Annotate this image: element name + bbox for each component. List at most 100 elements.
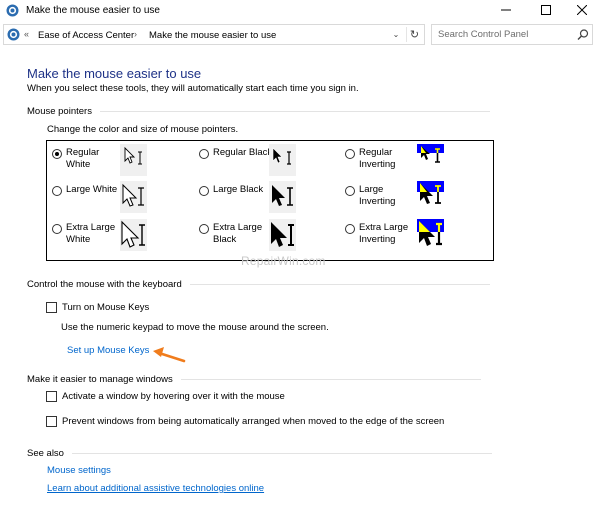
option-label-line: Black xyxy=(213,234,237,245)
section-divider xyxy=(99,111,490,112)
hover-activate-label[interactable]: Activate a window by hovering over it wi… xyxy=(62,391,285,402)
option-large-inverting[interactable]: Large Inverting xyxy=(345,184,395,208)
option-regular-white[interactable]: Regular White xyxy=(52,147,99,171)
radio-extra-large-black[interactable] xyxy=(199,224,209,234)
option-large-black[interactable]: Large Black xyxy=(199,184,263,196)
preview-regular-black xyxy=(269,144,296,176)
preview-extra-large-white xyxy=(120,219,147,251)
pointer-scheme-list: Regular White Regular Black Regular Inve… xyxy=(46,140,494,261)
pointer-inverting-icon xyxy=(417,181,444,204)
radio-regular-inverting[interactable] xyxy=(345,149,355,159)
hover-activate-option[interactable]: Activate a window by hovering over it wi… xyxy=(46,391,285,402)
title-bar: Make the mouse easier to use xyxy=(0,0,597,22)
section-heading-label: See also xyxy=(27,448,64,459)
option-label-line: Extra Large xyxy=(66,222,116,233)
section-heading-windows: Make it easier to manage windows xyxy=(27,374,481,385)
chevron-left-icon[interactable]: « xyxy=(24,29,29,39)
page-title: Make the mouse easier to use xyxy=(27,66,202,81)
radio-large-inverting[interactable] xyxy=(345,186,355,196)
mouse-keys-option[interactable]: Turn on Mouse Keys xyxy=(46,302,149,313)
option-label-line: White xyxy=(66,234,91,245)
option-label: Large White xyxy=(66,184,118,195)
option-label-line: White xyxy=(66,159,91,170)
preview-large-inverting xyxy=(417,181,444,213)
radio-extra-large-white[interactable] xyxy=(52,224,62,234)
maximize-icon xyxy=(541,5,551,15)
address-bar[interactable]: « Ease of Access Center › Make the mouse… xyxy=(3,24,425,45)
refresh-icon[interactable]: ↻ xyxy=(406,27,422,42)
section-heading-keyboard: Control the mouse with the keyboard xyxy=(27,279,490,290)
mouse-keys-label[interactable]: Turn on Mouse Keys xyxy=(62,302,149,313)
pointer-white-icon xyxy=(121,220,145,248)
radio-regular-white[interactable] xyxy=(52,149,62,159)
pointer-inverting-icon xyxy=(417,144,444,163)
prevent-snap-checkbox[interactable] xyxy=(46,416,57,427)
option-label: Large Black xyxy=(213,184,264,195)
breadcrumb-ease-of-access[interactable]: Ease of Access Center xyxy=(38,30,134,41)
minimize-icon xyxy=(501,9,511,11)
minimize-button[interactable] xyxy=(490,0,522,20)
option-regular-inverting[interactable]: Regular Inverting xyxy=(345,147,395,171)
breadcrumb-separator-icon[interactable]: › xyxy=(134,29,137,39)
option-label: Regular Black xyxy=(213,147,273,158)
radio-large-black[interactable] xyxy=(199,186,209,196)
option-label: Large Inverting xyxy=(359,184,395,208)
option-label-line: Extra Large xyxy=(213,222,263,233)
preview-extra-large-black xyxy=(269,219,296,251)
search-input[interactable] xyxy=(433,26,573,43)
ease-of-access-icon xyxy=(6,4,19,17)
maximize-button[interactable] xyxy=(530,0,562,20)
search-icon[interactable] xyxy=(576,28,590,42)
search-box[interactable] xyxy=(431,24,593,45)
radio-extra-large-inverting[interactable] xyxy=(345,224,355,234)
pointer-white-icon xyxy=(122,183,144,207)
option-label-line: Extra Large xyxy=(359,222,409,233)
pointer-black-icon xyxy=(271,222,294,247)
chevron-down-icon[interactable]: ⌄ xyxy=(389,27,403,42)
section-divider xyxy=(180,379,481,380)
breadcrumb-current[interactable]: Make the mouse easier to use xyxy=(149,30,276,41)
pointers-description: Change the color and size of mouse point… xyxy=(47,124,239,135)
setup-mouse-keys-link[interactable]: Set up Mouse Keys xyxy=(67,345,149,356)
option-extra-large-inverting[interactable]: Extra Large Inverting xyxy=(345,222,408,246)
radio-large-white[interactable] xyxy=(52,186,62,196)
option-label: Regular White xyxy=(66,147,99,171)
mouse-keys-description: Use the numeric keypad to move the mouse… xyxy=(61,322,329,333)
prevent-snap-label[interactable]: Prevent windows from being automatically… xyxy=(62,416,444,427)
section-heading-label: Make it easier to manage windows xyxy=(27,374,173,385)
section-heading-label: Control the mouse with the keyboard xyxy=(27,279,182,290)
assistive-technologies-link[interactable]: Learn about additional assistive technol… xyxy=(47,483,264,494)
pointer-white-icon xyxy=(124,146,142,165)
option-label-line: Inverting xyxy=(359,196,396,207)
option-label-line: Inverting xyxy=(359,159,396,170)
option-extra-large-black[interactable]: Extra Large Black xyxy=(199,222,262,246)
pointer-black-icon xyxy=(272,147,291,165)
option-label: Regular Inverting xyxy=(359,147,395,171)
address-row: « Ease of Access Center › Make the mouse… xyxy=(0,24,597,46)
option-large-white[interactable]: Large White xyxy=(52,184,117,196)
preview-extra-large-inverting xyxy=(417,219,444,251)
option-label-line: Large xyxy=(359,184,384,195)
close-button[interactable] xyxy=(566,0,597,20)
control-panel-icon xyxy=(7,28,20,41)
option-extra-large-white[interactable]: Extra Large White xyxy=(52,222,115,246)
option-regular-black[interactable]: Regular Black xyxy=(199,147,272,159)
mouse-settings-link[interactable]: Mouse settings xyxy=(47,465,111,476)
prevent-snap-option[interactable]: Prevent windows from being automatically… xyxy=(46,416,444,427)
option-label: Extra Large White xyxy=(66,222,115,246)
section-heading-mouse-pointers: Mouse pointers xyxy=(27,106,490,117)
option-label-line: Regular xyxy=(66,147,100,158)
window-title: Make the mouse easier to use xyxy=(26,5,160,16)
option-label: Extra Large Black xyxy=(213,222,262,246)
section-divider xyxy=(189,284,490,285)
section-heading-label: Mouse pointers xyxy=(27,106,92,117)
option-label-line: Inverting xyxy=(359,234,396,245)
preview-large-white xyxy=(120,181,147,213)
hover-activate-checkbox[interactable] xyxy=(46,391,57,402)
preview-regular-white xyxy=(120,144,147,176)
pointer-inverting-icon xyxy=(417,219,444,246)
close-icon xyxy=(577,5,587,15)
option-label: Extra Large Inverting xyxy=(359,222,408,246)
radio-regular-black[interactable] xyxy=(199,149,209,159)
mouse-keys-checkbox[interactable] xyxy=(46,302,57,313)
